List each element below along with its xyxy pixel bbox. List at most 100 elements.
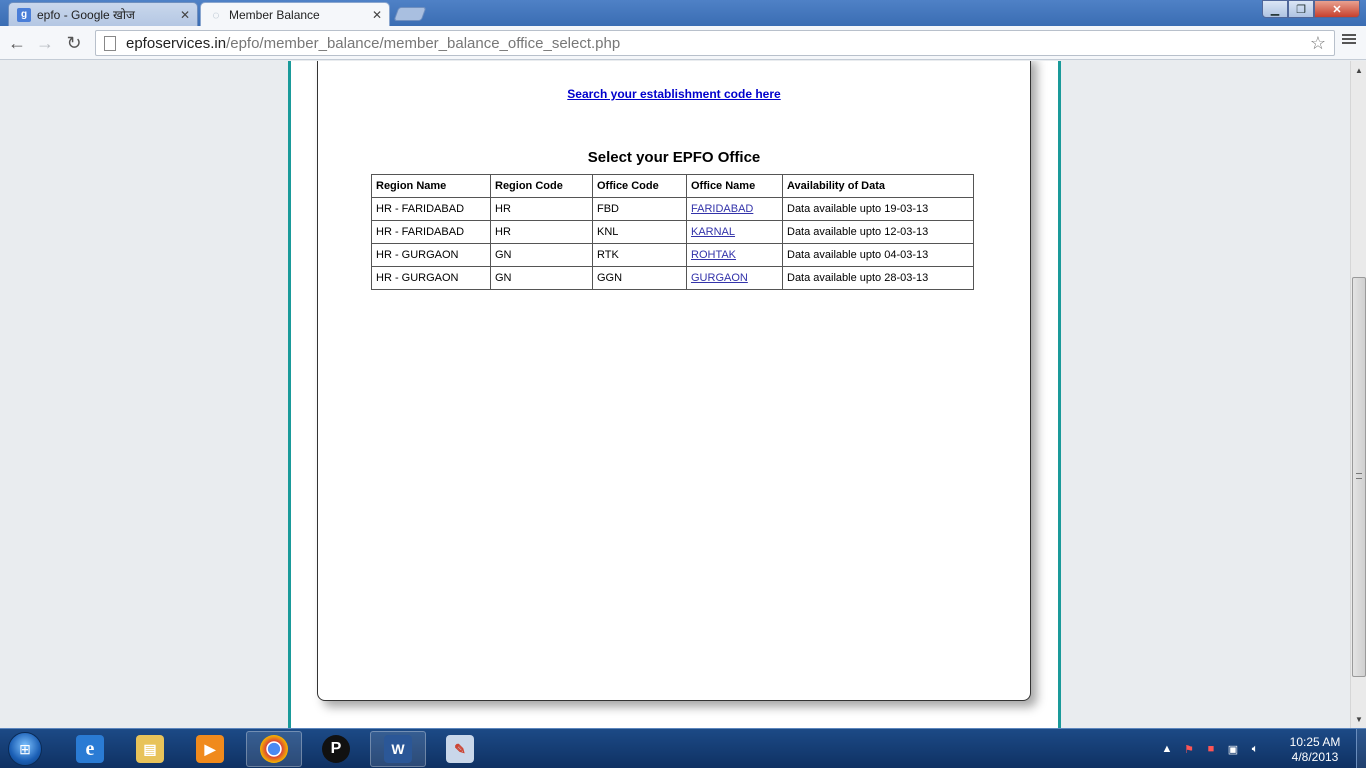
close-icon[interactable]: ✕ [369,8,385,22]
column-header: Office Name [686,174,783,198]
office-link[interactable]: KARNAL [691,226,735,238]
url-host: epfoservices.in [126,34,227,52]
office-link[interactable]: FARIDABAD [691,203,753,215]
office-code-cell: RTK [592,243,687,267]
tab-label: Member Balance [229,7,320,22]
vertical-scrollbar[interactable]: ▲ ▼ [1350,61,1366,728]
page-viewport: Search your establishment code here Sele… [0,61,1350,728]
network-icon[interactable]: ▣ [1226,742,1240,756]
new-tab-button[interactable] [393,7,427,21]
internet-explorer-icon: e [76,735,104,763]
tab-member-balance[interactable]: ◌ Member Balance ✕ [200,2,390,26]
scroll-thumb[interactable] [1352,277,1366,677]
paint-icon: ✎ [446,735,474,763]
region-name-cell: HR - GURGAON [371,243,491,267]
arrow-right-icon: → [36,32,54,53]
media-player-icon: ▶ [196,735,224,763]
taskbar-internet-explorer[interactable]: e [62,731,118,767]
tab-label: epfo - Google खोज [37,8,135,22]
taskbar-clock[interactable]: 10:25 AM 4/8/2013 [1282,735,1348,765]
show-hidden-icons-icon[interactable]: ▲ [1160,742,1174,756]
windows-logo-icon: ⊞ [19,740,31,757]
column-header: Region Code [490,174,593,198]
availability-cell: Data available upto 28-03-13 [782,266,974,290]
grip-icon [1356,473,1362,479]
region-code-cell: HR [490,220,593,244]
tab-google-search[interactable]: g epfo - Google खोज ✕ [8,2,198,26]
address-bar[interactable]: epfoservices.in /epfo/member_balance/mem… [95,30,1335,56]
menu-line [1342,42,1356,44]
minimize-button[interactable]: ▁ [1262,0,1288,18]
restore-button[interactable]: ❐ [1288,0,1314,18]
browser-titlebar: g epfo - Google खोज ✕ ◌ Member Balance ✕… [0,0,1366,26]
back-button[interactable]: ← [5,31,29,55]
window-controls: ▁ ❐ ✕ [1262,0,1360,18]
table-row: HR - FARIDABAD HR KNL KARNAL Data availa… [371,220,974,244]
taskbar-p3g-app[interactable]: P [308,731,364,767]
office-code-cell: FBD [592,197,687,221]
menu-line [1342,34,1356,36]
office-name-cell: FARIDABAD [686,197,783,221]
column-header: Region Name [371,174,491,198]
close-icon[interactable]: ✕ [177,8,193,22]
system-tray: ▲ ⚑ ■ ▣ 🔈︎ [1160,729,1262,768]
scroll-up-icon[interactable]: ▲ [1352,63,1366,77]
office-link[interactable]: ROHTAK [691,249,736,261]
chrome-icon [260,735,288,763]
clock-date: 4/8/2013 [1291,750,1339,764]
page-title: Select your EPFO Office [587,149,761,166]
browser-toolbar: ← → ↻ epfoservices.in /epfo/member_balan… [0,26,1366,60]
availability-cell: Data available upto 04-03-13 [782,243,974,267]
show-desktop-button[interactable] [1356,729,1366,768]
windows-taskbar: ⊞ e ▤ ▶ P W ✎ ▲ ⚑ ■ ▣ 🔈︎ 10:25 AM 4/8/20… [0,728,1366,768]
file-explorer-icon: ▤ [136,735,164,763]
region-code-cell: HR [490,197,593,221]
loading-icon: ◌ [212,7,220,22]
action-center-icon[interactable]: ⚑ [1182,742,1196,756]
office-code-cell: GGN [592,266,687,290]
google-icon: g [17,7,31,22]
availability-cell: Data available upto 12-03-13 [782,220,974,244]
office-name-cell: GURGAON [686,266,783,290]
star-icon[interactable]: ☆ [1310,33,1326,54]
column-header: Office Code [592,174,687,198]
table-row: HR - GURGAON GN RTK ROHTAK Data availabl… [371,243,974,267]
url-path: /epfo/member_balance/member_balance_offi… [226,34,621,52]
volume-icon[interactable]: 🔈︎ [1248,742,1262,756]
p3g-app-icon: P [322,735,350,763]
office-table: Region Name Region Code Office Code Offi… [371,174,974,290]
reload-button[interactable]: ↻ [62,31,86,55]
taskbar-file-explorer[interactable]: ▤ [122,731,178,767]
clock-time: 10:25 AM [1289,735,1341,749]
office-name-cell: KARNAL [686,220,783,244]
start-button[interactable]: ⊞ [8,732,42,766]
taskbar-chrome[interactable] [246,731,302,767]
scroll-down-icon[interactable]: ▼ [1352,712,1366,726]
forward-button[interactable]: → [33,31,57,55]
reload-icon: ↻ [66,32,82,53]
taskbar-paint[interactable]: ✎ [432,731,488,767]
taskbar-media-player[interactable]: ▶ [182,731,238,767]
word-icon: W [384,735,412,763]
region-code-cell: GN [490,266,593,290]
office-link[interactable]: GURGAON [691,272,748,284]
region-code-cell: GN [490,243,593,267]
availability-cell: Data available upto 19-03-13 [782,197,974,221]
search-establishment-link[interactable]: Search your establishment code here [318,87,1030,101]
security-icon[interactable]: ■ [1204,742,1218,756]
region-name-cell: HR - GURGAON [371,266,491,290]
table-row: HR - FARIDABAD HR FBD FARIDABAD Data ava… [371,197,974,221]
page-icon [104,35,116,51]
arrow-left-icon: ← [8,32,26,53]
table-row: HR - GURGAON GN GGN GURGAON Data availab… [371,266,974,290]
taskbar-word[interactable]: W [370,731,426,767]
table-header-row: Region Name Region Code Office Code Offi… [371,174,974,198]
chrome-menu-button[interactable] [1341,31,1357,47]
office-code-cell: KNL [592,220,687,244]
column-header: Availability of Data [782,174,974,198]
region-name-cell: HR - FARIDABAD [371,197,491,221]
content-panel: Search your establishment code here Sele… [317,61,1031,701]
office-name-cell: ROHTAK [686,243,783,267]
close-window-button[interactable]: ✕ [1314,0,1360,18]
region-name-cell: HR - FARIDABAD [371,220,491,244]
